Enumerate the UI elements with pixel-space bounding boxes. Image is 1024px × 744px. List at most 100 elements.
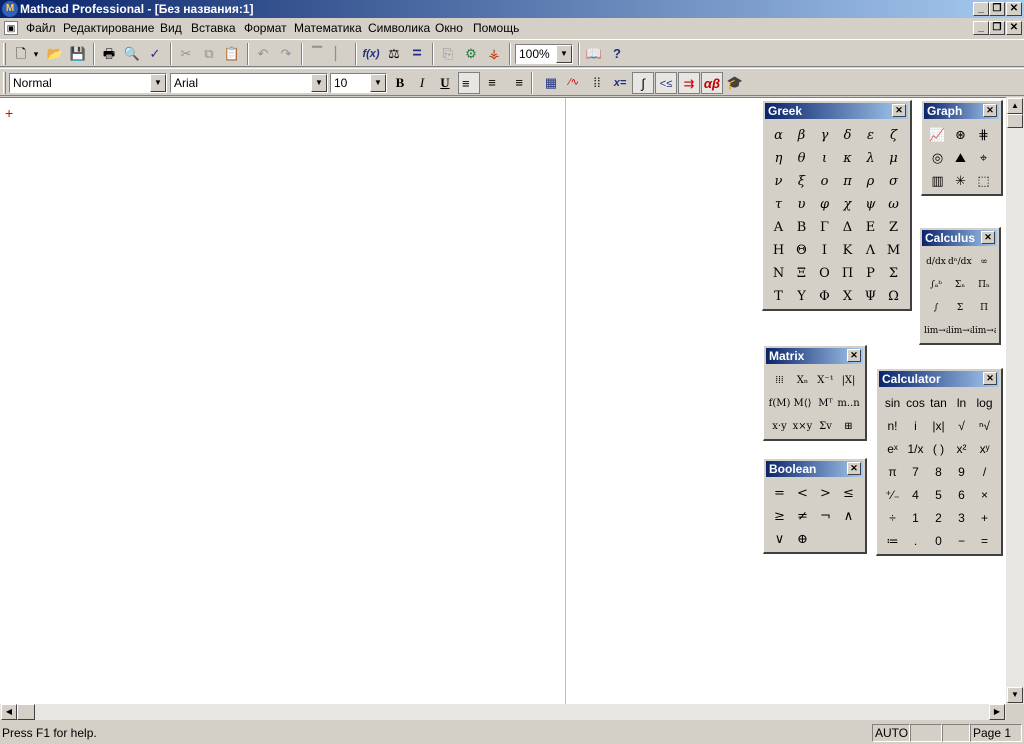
calculus-button-10[interactable]: lim→a+ — [948, 320, 972, 343]
scroll-down-icon[interactable]: ▼ — [1007, 687, 1023, 703]
close-icon[interactable]: ✕ — [847, 462, 861, 475]
calculator-key-0[interactable]: sin — [881, 392, 904, 415]
xy-plot-icon[interactable]: 📈 — [926, 124, 949, 147]
close-icon[interactable]: ✕ — [892, 104, 906, 117]
doc-restore-icon[interactable]: ❐ — [989, 21, 1005, 35]
greek-upper-1-button[interactable]: Β — [790, 216, 813, 239]
calculator-key-4[interactable]: log — [973, 392, 996, 415]
calculator-key-10[interactable]: eˣ — [881, 438, 904, 461]
greek-lower-1-button[interactable]: β — [790, 124, 813, 147]
greek-lower-19-button[interactable]: υ — [790, 193, 813, 216]
matrix-button-0[interactable]: ⁞⁞⁞ — [768, 369, 791, 392]
calculus-toolbar-icon[interactable]: ∫ — [632, 72, 654, 94]
greek-upper-16-button[interactable]: Ρ — [859, 262, 882, 285]
greek-lower-18-button[interactable]: τ — [767, 193, 790, 216]
menu-symbolics[interactable]: Символика — [368, 21, 430, 35]
calculator-key-22[interactable]: 5 — [927, 484, 950, 507]
greek-upper-19-button[interactable]: Υ — [790, 285, 813, 308]
calculator-key-7[interactable]: |x| — [927, 415, 950, 438]
scroll-up-icon[interactable]: ▲ — [1007, 98, 1023, 114]
greek-lower-7-button[interactable]: θ — [790, 147, 813, 170]
vector-field-icon[interactable]: ⌖ — [972, 147, 995, 170]
greek-lower-16-button[interactable]: ρ — [859, 170, 882, 193]
greek-lower-20-button[interactable]: φ — [813, 193, 836, 216]
calculus-button-3[interactable]: ∫ₐᵇ — [924, 274, 948, 297]
resource-icon[interactable]: ⚶ — [483, 43, 505, 65]
boolean-button-4[interactable]: ≥ — [768, 505, 791, 528]
calculator-key-32[interactable]: 0 — [927, 530, 950, 553]
undo-icon[interactable]: ↶ — [252, 43, 274, 65]
calculator-key-33[interactable]: − — [950, 530, 973, 553]
new-dropdown-icon[interactable]: ▾ — [30, 43, 42, 65]
calculator-key-26[interactable]: 1 — [904, 507, 927, 530]
calculus-button-1[interactable]: dⁿ/dxⁿ — [948, 251, 972, 274]
calculus-button-11[interactable]: lim→a- — [972, 320, 996, 343]
boolean-button-1[interactable]: < — [791, 482, 814, 505]
boolean-button-2[interactable]: > — [814, 482, 837, 505]
scroll-left-icon[interactable]: ◀ — [1, 704, 17, 720]
boolean-button-8[interactable]: ∨ — [768, 528, 791, 551]
greek-upper-7-button[interactable]: Θ — [790, 239, 813, 262]
greek-lower-6-button[interactable]: η — [767, 147, 790, 170]
greek-upper-4-button[interactable]: Ε — [859, 216, 882, 239]
boolean-button-5[interactable]: ≠ — [791, 505, 814, 528]
calculator-key-28[interactable]: 3 — [950, 507, 973, 530]
align-center-icon[interactable]: ≡ — [481, 72, 503, 94]
calculus-palette-title[interactable]: Calculus ✕ — [922, 230, 997, 246]
3d-scatter-plot-icon[interactable]: ⛰ — [949, 147, 972, 170]
greek-lower-13-button[interactable]: ξ — [790, 170, 813, 193]
greek-lower-17-button[interactable]: σ — [882, 170, 905, 193]
greek-lower-14-button[interactable]: ο — [813, 170, 836, 193]
matrix-palette-title[interactable]: Matrix ✕ — [766, 348, 863, 364]
zoom-select[interactable]: 100% ▼ — [515, 44, 573, 64]
calculator-key-23[interactable]: 6 — [950, 484, 973, 507]
polar-plot-icon[interactable]: ⊛ — [949, 124, 972, 147]
calculus-button-0[interactable]: d/dx — [924, 251, 948, 274]
greek-palette-title[interactable]: Greek ✕ — [765, 103, 908, 119]
menu-file[interactable]: Файл — [26, 21, 56, 35]
open-icon[interactable]: 📂 — [44, 43, 66, 65]
toolbar-grip[interactable] — [3, 43, 6, 65]
greek-upper-11-button[interactable]: Μ — [882, 239, 905, 262]
chevron-down-icon[interactable]: ▼ — [311, 74, 327, 92]
close-icon[interactable]: ✕ — [983, 372, 997, 385]
paste-icon[interactable]: 📋 — [221, 43, 243, 65]
copy-icon[interactable]: ⧉ — [198, 43, 220, 65]
horizontal-scroll-thumb[interactable] — [17, 704, 35, 720]
calculator-key-8[interactable]: √ — [950, 415, 973, 438]
calculator-key-19[interactable]: / — [973, 461, 996, 484]
mathcad-icon[interactable]: M — [2, 1, 18, 17]
greek-lower-22-button[interactable]: ψ — [859, 193, 882, 216]
insert-function-icon[interactable]: f(x) — [360, 43, 382, 65]
calculator-key-34[interactable]: = — [973, 530, 996, 553]
greek-upper-20-button[interactable]: Φ — [813, 285, 836, 308]
doc-minimize-icon[interactable]: _ — [973, 21, 989, 35]
calculator-key-15[interactable]: π — [881, 461, 904, 484]
calculus-button-5[interactable]: Πₙ — [972, 274, 996, 297]
close-icon[interactable]: ✕ — [983, 104, 997, 117]
calculus-button-8[interactable]: Π — [972, 297, 996, 320]
menu-window[interactable]: Окно — [435, 21, 463, 35]
greek-lower-0-button[interactable]: α — [767, 124, 790, 147]
menu-math[interactable]: Математика — [294, 21, 362, 35]
trace-plot-icon[interactable]: ⬚ — [972, 170, 995, 193]
menu-insert[interactable]: Вставка — [191, 21, 236, 35]
calculator-key-24[interactable]: × — [973, 484, 996, 507]
bold-icon[interactable]: B — [389, 72, 411, 94]
align-down-icon[interactable]: ▏ — [329, 43, 351, 65]
calculator-key-5[interactable]: n! — [881, 415, 904, 438]
close-icon[interactable]: ✕ — [847, 349, 861, 362]
greek-lower-10-button[interactable]: λ — [859, 147, 882, 170]
spell-check-icon[interactable]: ✓ — [144, 43, 166, 65]
calculator-key-13[interactable]: x² — [950, 438, 973, 461]
save-icon[interactable]: 💾 — [67, 43, 89, 65]
greek-upper-13-button[interactable]: Ξ — [790, 262, 813, 285]
zoom-plot-icon[interactable]: ✳ — [949, 170, 972, 193]
horizontal-scrollbar[interactable]: ◀ ▶ — [0, 704, 1006, 720]
greek-lower-12-button[interactable]: ν — [767, 170, 790, 193]
doc-close-icon[interactable]: ✕ — [1006, 21, 1022, 35]
print-icon[interactable]: 🖶 — [98, 43, 120, 65]
boolean-button-0[interactable]: = — [768, 482, 791, 505]
greek-upper-23-button[interactable]: Ω — [882, 285, 905, 308]
calculus-button-2[interactable]: ∞ — [972, 251, 996, 274]
